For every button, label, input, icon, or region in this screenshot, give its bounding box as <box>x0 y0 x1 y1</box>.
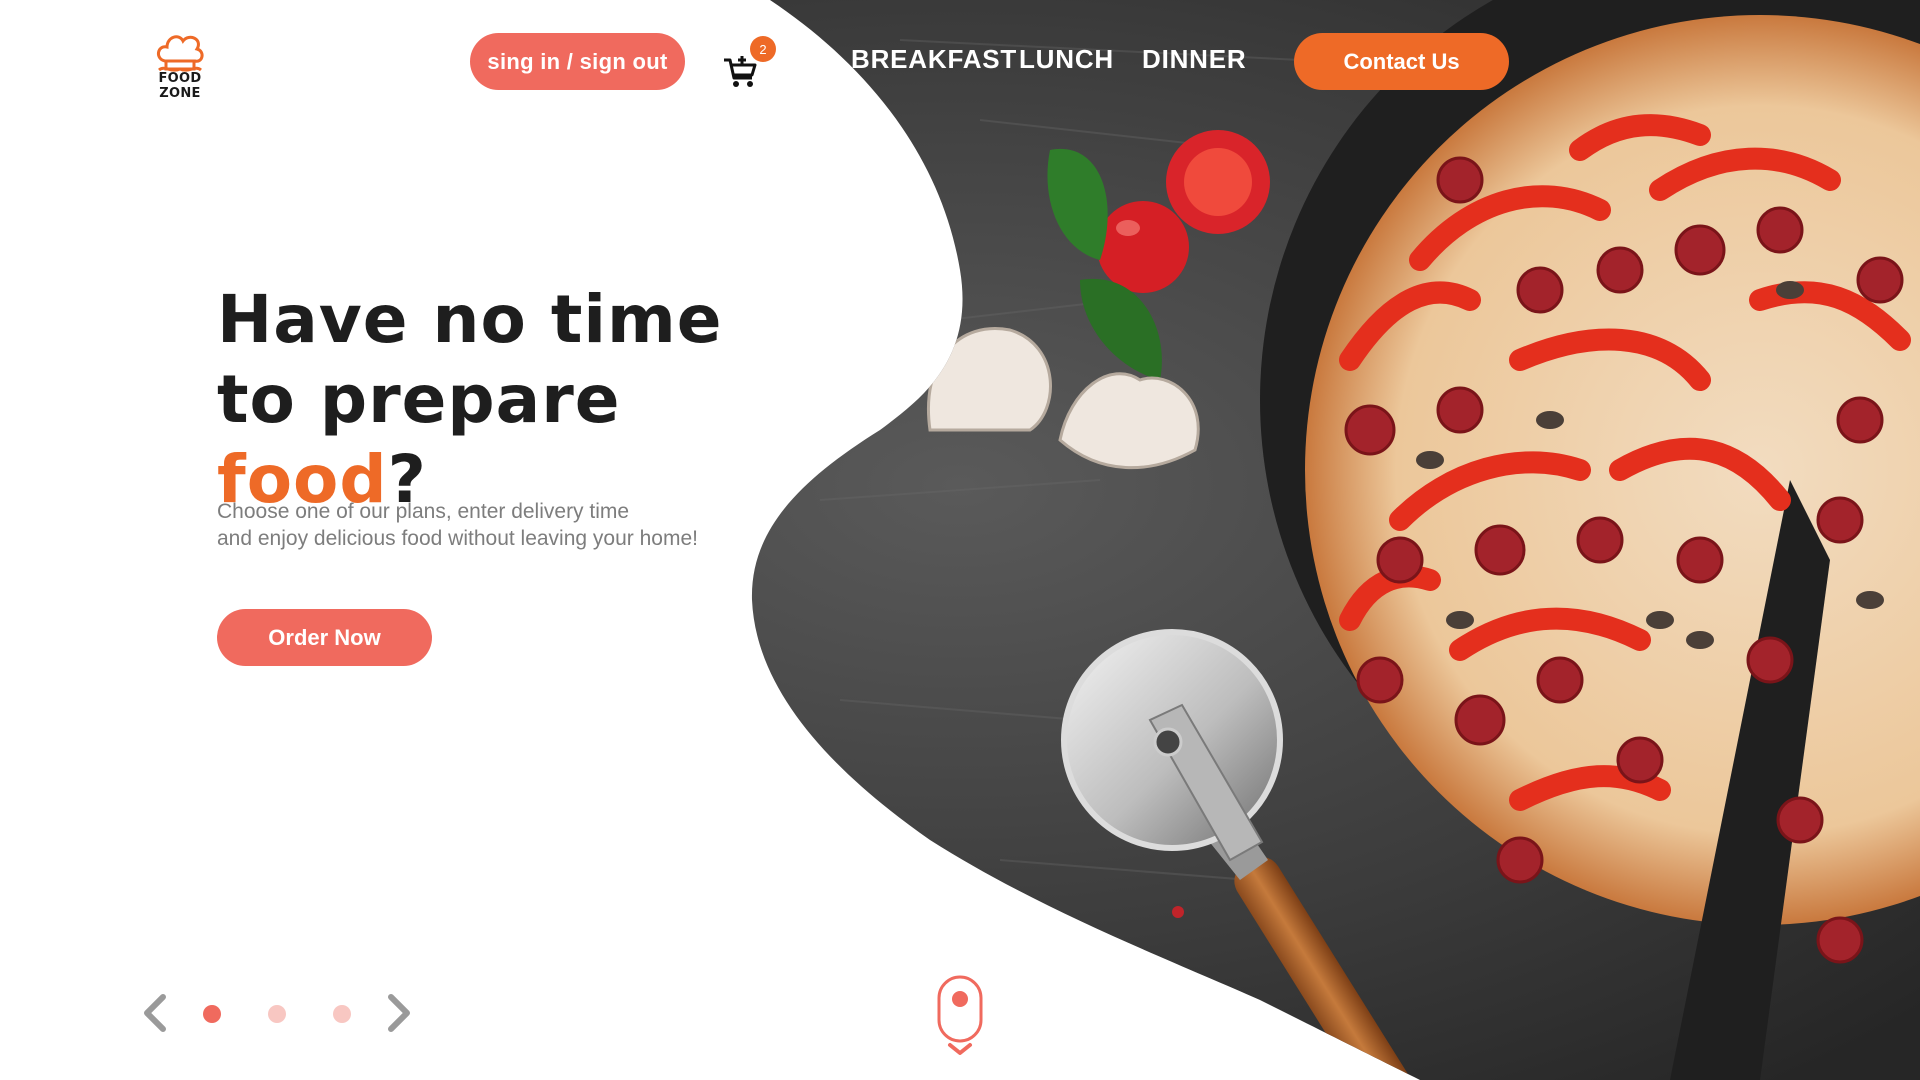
nav-lunch[interactable]: LUNCH <box>1019 44 1114 75</box>
hero-subtitle-line2: and enjoy delicious food without leaving… <box>217 527 698 550</box>
brand-name: FOOD ZONE <box>158 71 202 101</box>
hero-title-line1: Have no time <box>217 281 723 358</box>
chevron-left-icon[interactable] <box>139 993 169 1033</box>
hero-title: Have no time to prepare food? <box>217 280 837 520</box>
nav-breakfast[interactable]: BREAKFAST <box>851 44 1017 75</box>
brand-logo[interactable]: FOOD ZONE <box>139 33 221 101</box>
slider-dot-2[interactable] <box>268 1005 286 1023</box>
cart-add-icon[interactable] <box>722 54 758 90</box>
hero-title-line2: to prepare food? <box>217 360 837 520</box>
chevron-right-icon[interactable] <box>385 993 415 1033</box>
scroll-mouse-icon[interactable] <box>937 975 983 1055</box>
signin-button[interactable]: sing in / sign out <box>470 33 685 90</box>
slider-dot-3[interactable] <box>333 1005 351 1023</box>
chef-hat-icon <box>157 35 204 72</box>
cart-count-badge: 2 <box>750 36 776 62</box>
hero-title-prefix: to prepare <box>217 361 621 438</box>
nav-dinner[interactable]: DINNER <box>1142 44 1246 75</box>
hero-subtitle-line1: Choose one of our plans, enter delivery … <box>217 500 630 523</box>
slider-dot-1[interactable] <box>203 1005 221 1023</box>
chevron-down-icon <box>948 1043 972 1055</box>
hero-subtitle: Choose one of our plans, enter delivery … <box>217 498 777 552</box>
contact-button[interactable]: Contact Us <box>1294 33 1509 90</box>
order-now-button[interactable]: Order Now <box>217 609 432 666</box>
